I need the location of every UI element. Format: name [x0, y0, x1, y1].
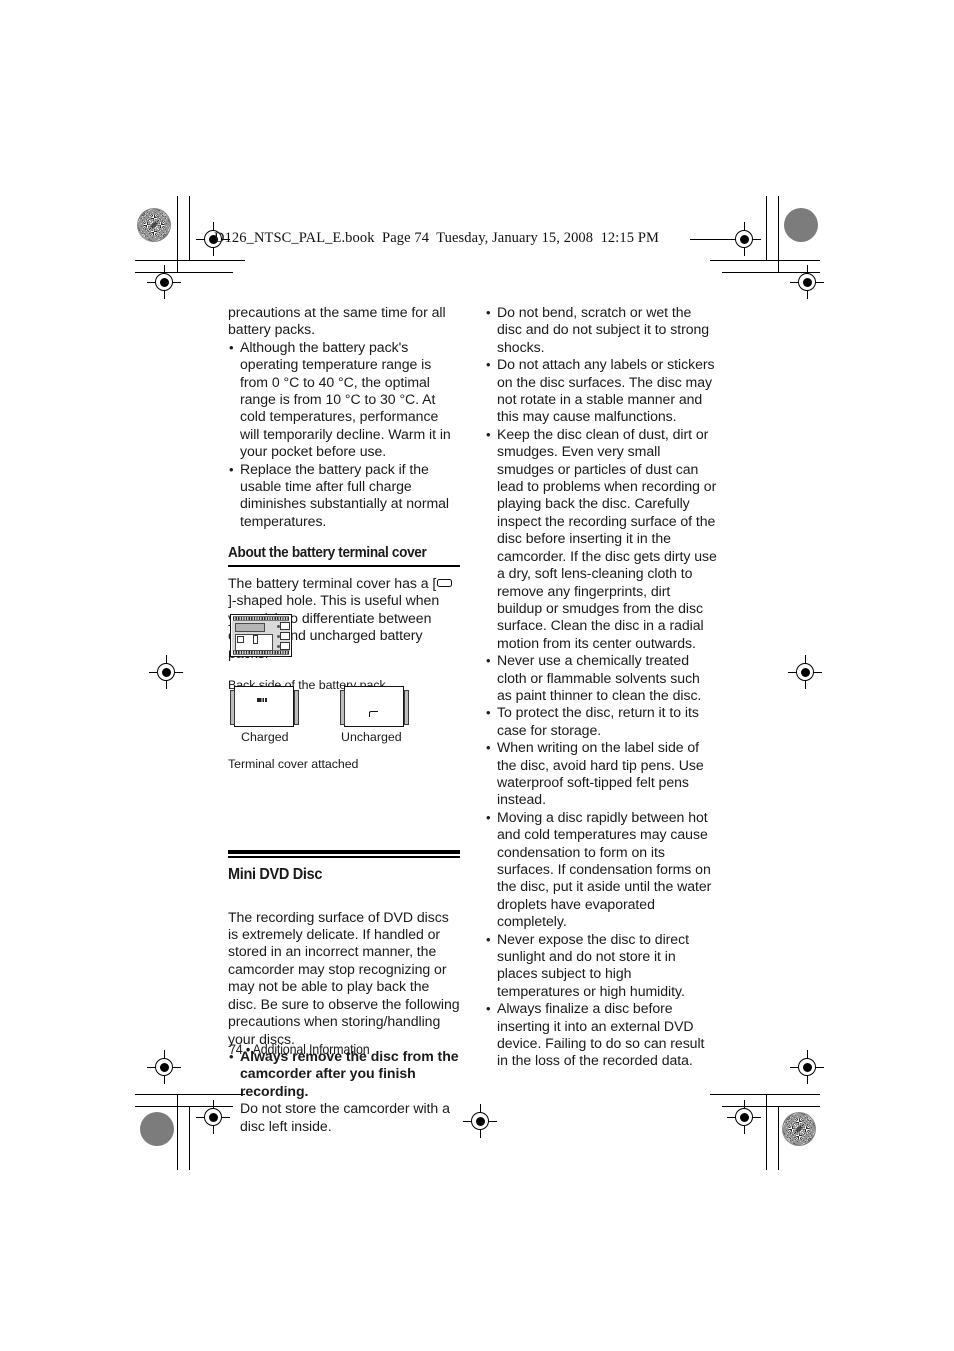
list-item: To protect the disc, return it to its ca…: [485, 704, 717, 739]
crop-line: [710, 1094, 820, 1096]
list-item: Never use a chemically treated cloth or …: [485, 652, 717, 704]
registration-mark: [727, 1100, 761, 1134]
list-item: Never expose the disc to direct sunlight…: [485, 931, 717, 1001]
list-item: Always finalize a disc before inserting …: [485, 1000, 717, 1070]
list-item-sub: Do not store the camcorder with a disc l…: [240, 1100, 450, 1134]
section-heading-mini-dvd: Mini DVD Disc: [228, 865, 323, 883]
list-item: Keep the disc clean of dust, dirt or smu…: [485, 426, 717, 652]
charged-symbol-icon: [257, 698, 267, 702]
registration-mark: [790, 1050, 824, 1084]
crop-line: [135, 260, 245, 262]
registration-mark: [727, 222, 761, 256]
section-heading-terminal-cover: About the battery terminal cover: [228, 545, 427, 562]
battery-precautions-list: Although the battery pack's operating te…: [228, 339, 460, 530]
mini-dvd-list: Always remove the disc from the camcorde…: [228, 1048, 460, 1135]
terminal-cover-text-before: The battery terminal cover has a [: [228, 574, 437, 591]
uncharged-symbol-icon: [369, 711, 378, 717]
crop-line: [189, 196, 191, 260]
density-patch-hatched: [137, 208, 171, 242]
registration-mark: [147, 1050, 181, 1084]
continued-paragraph: precautions at the same time for all bat…: [228, 304, 446, 338]
crop-line: [177, 1094, 179, 1170]
registration-mark: [788, 655, 822, 689]
terminal-cover-charged-illustration: [229, 686, 299, 727]
battery-hole-icon: [436, 578, 452, 587]
right-column: Do not bend, scratch or wet the disc and…: [485, 304, 717, 1070]
registration-mark: [790, 265, 824, 299]
list-item: When writing on the label side of the di…: [485, 739, 717, 809]
crop-line: [766, 1094, 768, 1170]
density-patch-solid: [140, 1112, 174, 1146]
list-item: Moving a disc rapidly between hot and co…: [485, 809, 717, 931]
caption-terminal-cover-attached: Terminal cover attached: [228, 756, 359, 771]
crop-line: [189, 1106, 191, 1170]
registration-mark: [463, 1104, 497, 1138]
terminal-cover-uncharged-illustration: [339, 686, 409, 727]
density-patch-hatched: [782, 1112, 816, 1146]
figure-label-uncharged: Uncharged: [341, 730, 402, 744]
page-footer: 74 • Additional Information: [229, 1042, 370, 1057]
heading-rule: [228, 565, 460, 567]
running-head: D126_NTSC_PAL_E.book Page 74 Tuesday, Ja…: [214, 230, 659, 246]
registration-mark: [147, 265, 181, 299]
section-rule-hair: [228, 856, 460, 858]
crop-line: [778, 1106, 780, 1170]
battery-pack-back-illustration: [230, 614, 292, 657]
list-item: Although the battery pack's operating te…: [228, 339, 460, 461]
list-item: Do not bend, scratch or wet the disc and…: [485, 304, 717, 356]
crop-line: [766, 196, 768, 260]
crop-line: [778, 196, 780, 272]
list-item: Replace the battery pack if the usable t…: [228, 461, 460, 531]
list-item: Always remove the disc from the camcorde…: [228, 1048, 460, 1135]
section-rule-thick: [228, 849, 460, 855]
registration-mark: [196, 1100, 230, 1134]
crop-line: [177, 196, 179, 272]
density-patch-solid: [784, 208, 818, 242]
figure-label-charged: Charged: [241, 730, 289, 744]
registration-mark: [149, 655, 183, 689]
list-item: Do not attach any labels or stickers on …: [485, 356, 717, 426]
disc-precautions-list: Do not bend, scratch or wet the disc and…: [485, 304, 717, 1070]
crop-line: [710, 260, 820, 262]
mini-dvd-intro: The recording surface of DVD discs is ex…: [228, 908, 460, 1047]
